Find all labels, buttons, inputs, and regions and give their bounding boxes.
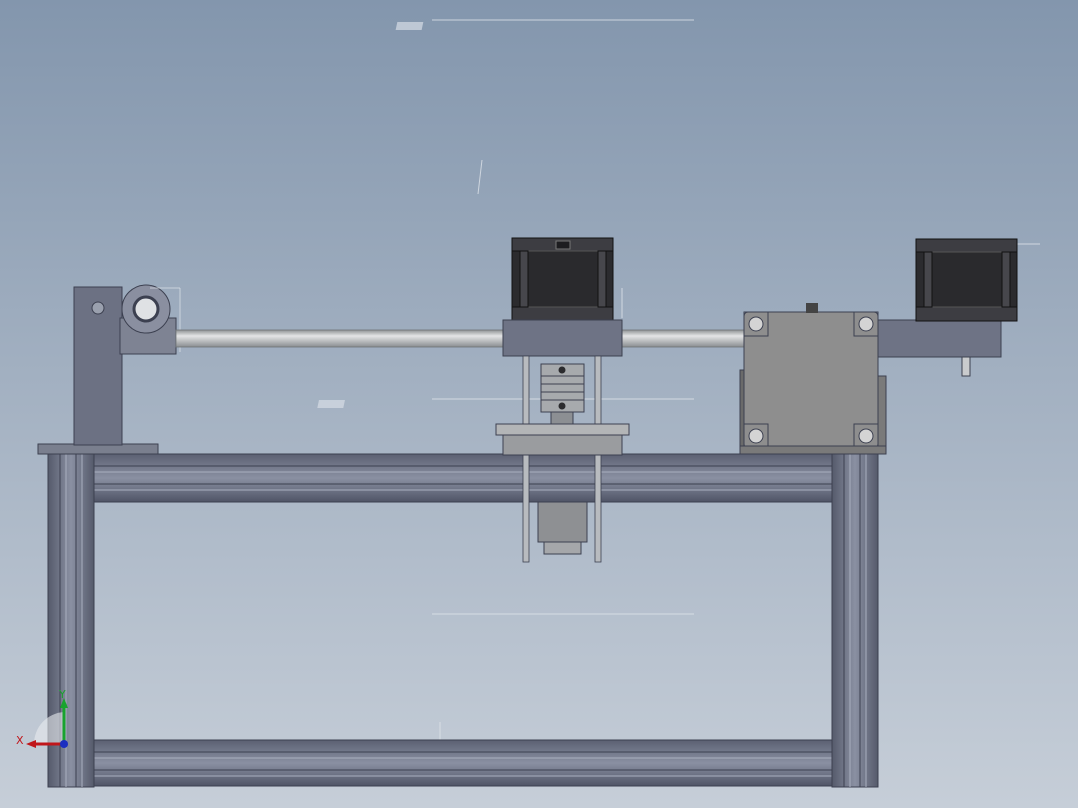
cad-graphics-viewport[interactable]: Y X xyxy=(0,0,1078,808)
extrusion-frame[interactable] xyxy=(47,453,879,788)
right-bracket-pin xyxy=(961,356,971,377)
sketch-annotations xyxy=(424,19,1040,749)
carriage-block[interactable] xyxy=(502,319,623,357)
motor-connector xyxy=(555,240,571,250)
right-stepper-motor[interactable] xyxy=(915,238,1018,322)
triad-x-label: X xyxy=(16,734,24,747)
frame-bottom-rail[interactable] xyxy=(91,739,835,787)
sketch-marker-icon xyxy=(317,22,424,408)
right-motor-bracket[interactable] xyxy=(877,319,1002,358)
coordinate-triad[interactable]: Y X xyxy=(16,688,68,748)
linear-shaft[interactable] xyxy=(175,329,747,348)
shaft-coupling[interactable] xyxy=(540,363,585,427)
triad-y-label: Y xyxy=(58,688,66,701)
frame-top-rail[interactable] xyxy=(91,453,835,503)
frame-right-post[interactable] xyxy=(831,453,879,788)
z-axis-dot xyxy=(60,740,68,748)
center-stepper-motor[interactable] xyxy=(511,237,614,322)
lead-screw-nut-plate[interactable] xyxy=(495,423,630,456)
lower-motor-housing[interactable] xyxy=(537,501,588,555)
left-bearing-support[interactable] xyxy=(37,284,181,455)
right-gearbox[interactable] xyxy=(739,303,887,455)
x-axis-arrowhead xyxy=(26,740,36,748)
